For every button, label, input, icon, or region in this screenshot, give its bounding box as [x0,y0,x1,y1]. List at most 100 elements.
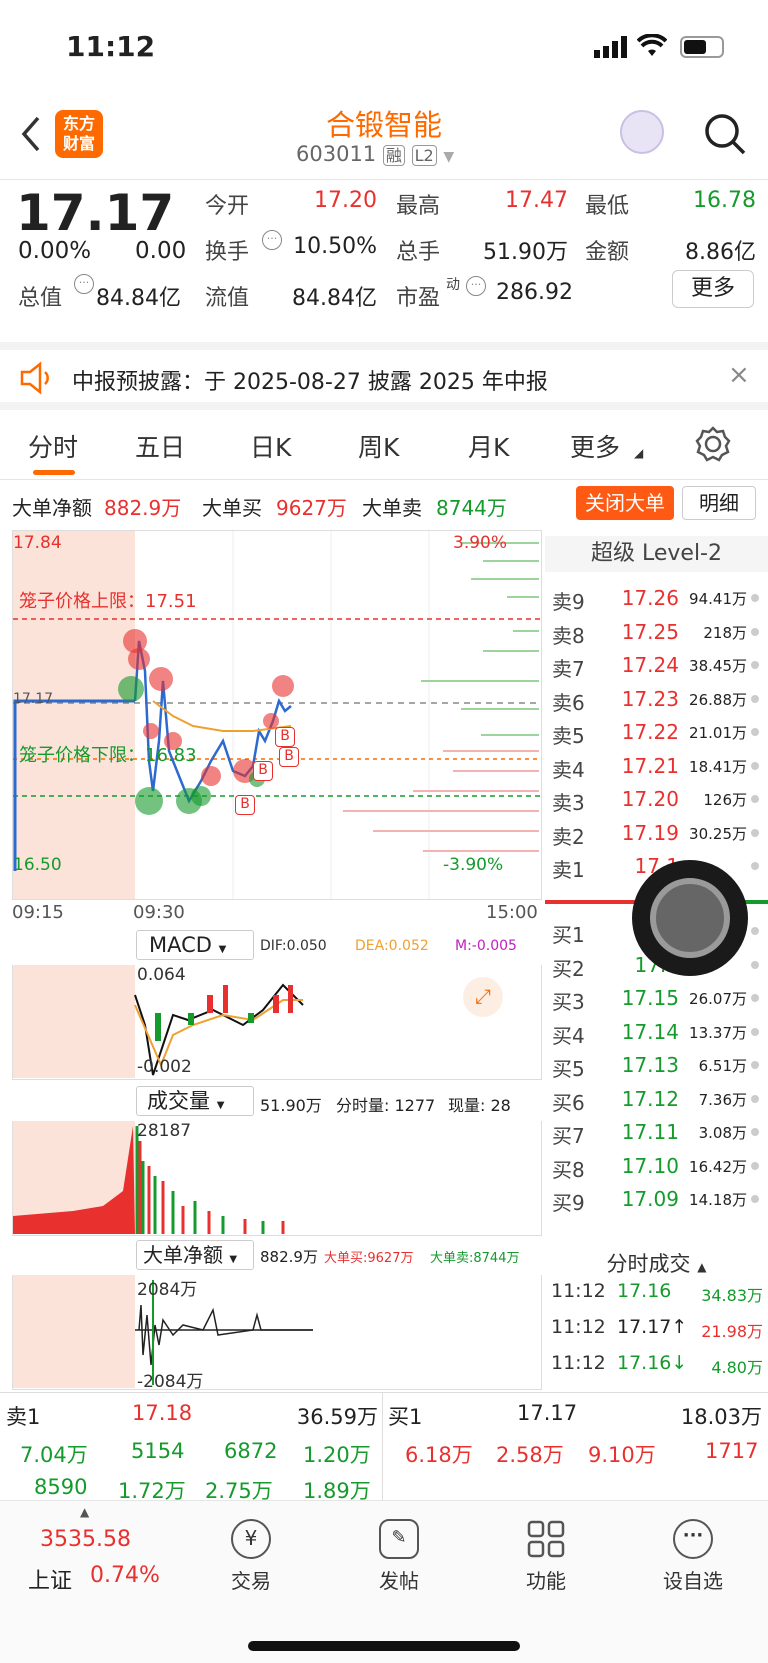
watchlist-button[interactable]: ··· 设自选 [638,1519,748,1594]
info-icon[interactable]: ··· [74,274,94,294]
ticks-title[interactable]: 分时成交 ▲ [545,1248,768,1278]
bigorder-select[interactable]: 大单净额 ▼ [136,1240,254,1270]
buy-label: 大单买 [202,496,262,520]
rong-badge: 融 [382,145,405,166]
volume-select[interactable]: 成交量 ▼ [136,1086,254,1116]
bigorder-top: 2084万 [137,1280,198,1300]
bigorder-svg [13,1275,313,1388]
summary-panel: 卖1 17.18 36.59万 买1 17.17 18.03万 7.04万 51… [0,1392,768,1503]
level2-row[interactable]: 买5 17.13 6.51万 [545,1047,768,1082]
buy-marker-b[interactable]: B [253,761,273,781]
level2-price: 17.11 [621,1120,679,1144]
level2-row[interactable]: 买3 17.15 26.07万 [545,980,768,1015]
level2-row[interactable]: 买9 17.09 14.18万 [545,1181,768,1216]
level2-row[interactable]: 买8 17.10 16.42万 [545,1148,768,1183]
buy-marker-b[interactable]: B [275,727,295,747]
settings-gear-icon[interactable] [695,426,731,466]
macd-top: 0.064 [137,965,186,985]
dropdown-icon: ▼ [443,149,455,165]
level2-row[interactable]: 卖9 17.26 94.41万 [545,580,768,615]
tab-fenshi[interactable]: 分时 [28,428,78,464]
level2-row[interactable]: 卖7 17.24 38.45万 [545,647,768,682]
notice-text: 中报预披露：于 2025-08-27 披露 2025 年中报 [72,370,548,395]
level2-row[interactable]: 买7 17.11 3.08万 [545,1114,768,1149]
level2-label: 买3 [552,990,585,1014]
high-value: 17.47 [505,188,568,213]
detail-button[interactable]: 明细 [682,486,756,520]
search-icon[interactable] [703,112,747,160]
level2-label: 卖9 [552,590,585,614]
level2-dot [751,960,759,969]
pe-value: 286.92 [496,280,573,305]
buy-value: 9627万 [276,496,347,520]
upper-limit-label: 笼子价格上限：17.51 [19,591,197,612]
macd-bottom: -0.002 [137,1057,192,1077]
tick-volume: 21.98万 [701,1322,763,1341]
level2-row[interactable]: 卖5 17.22 21.01万 [545,714,768,749]
index-value[interactable]: 3535.58 [40,1527,131,1552]
level2-label: 卖4 [552,757,585,782]
level2-volume: 3.08万 [698,1124,747,1142]
level2-label: 买2 [552,956,585,981]
level2-row[interactable]: 卖3 17.20 126万 [545,781,768,816]
sell1-vol: 36.59万 [296,1405,378,1429]
more-button[interactable]: 更多 [672,270,754,308]
floating-assistant-button[interactable] [632,860,748,976]
expand-icon[interactable]: ⤢ [463,977,503,1017]
info-icon[interactable]: ··· [466,276,486,296]
more-dots-icon: ··· [673,1519,713,1559]
tab-more[interactable]: 更多 [570,428,620,464]
buy-marker-b[interactable]: B [235,795,255,815]
quote-panel: 17.17 0.00% 0.00 今开 17.20 最高 17.47 最低 16… [0,180,768,340]
high-label: 最高 [396,194,441,219]
speaker-icon [18,360,54,400]
level2-row[interactable]: 卖4 17.21 18.41万 [545,748,768,783]
mktcap-value: 84.84亿 [96,286,181,311]
level2-dot [751,661,759,669]
level2-title[interactable]: 超级 Level-2 [545,536,768,572]
post-button[interactable]: ✎ 发帖 [344,1519,454,1594]
volume-label: 总手 [396,240,441,265]
macd-chart: 0.064 -0.002 ⤢ [12,965,542,1080]
close-bigorder-button[interactable]: 关闭大单 [576,486,674,520]
level2-price: 17.23 [621,686,679,711]
trade-button[interactable]: ¥ 交易 [196,1519,306,1594]
notice-bar[interactable]: 中报预披露：于 2025-08-27 披露 2025 年中报 × [0,342,768,410]
level2-volume: 6.51万 [698,1057,747,1075]
net-label: 大单净额 [12,496,92,520]
info-icon[interactable]: ··· [262,230,282,250]
pct-min-label: -3.90% [443,855,504,875]
tab-day-k[interactable]: 日K [250,428,291,464]
robot-avatar-icon[interactable] [620,110,664,154]
level2-row[interactable]: 买6 17.12 7.36万 [545,1081,768,1116]
level2-volume: 26.07万 [689,990,747,1008]
level2-label: 买6 [552,1090,585,1115]
level2-label: 买8 [552,1157,585,1182]
level2-volume: 13.37万 [689,1023,747,1042]
bigorder-buy: 大单买:9627万 [324,1251,414,1266]
summary-cell: 1717 [705,1439,759,1463]
tick-volume: 4.80万 [711,1358,763,1377]
level2-price: 17.09 [621,1187,679,1211]
level2-row[interactable]: 卖8 17.25 218万 [545,614,768,649]
tick-row: 11:12 17.16 34.83万 [545,1276,768,1310]
tab-week-k[interactable]: 周K [358,428,399,464]
level2-row[interactable]: 买4 17.14 13.37万 [545,1014,768,1049]
close-icon[interactable]: × [728,360,750,390]
stock-code-row[interactable]: 603011 融 L2 ▼ [296,142,454,166]
level2-row[interactable]: 卖2 17.19 30.25万 [545,815,768,850]
sell1-price: 17.18 [132,1401,193,1425]
tab-month-k[interactable]: 月K [468,428,509,464]
time-start: 09:15 [12,902,64,923]
intraday-chart[interactable]: 17.84 16.50 3.90% -3.90% 17.17 笼子价格上限：17… [12,530,542,900]
net-value: 882.9万 [104,496,182,520]
y-max-label: 17.84 [13,533,62,553]
level2-volume: 218万 [703,623,747,642]
buy1-price: 17.17 [517,1401,578,1425]
level2-row[interactable]: 卖6 17.23 26.88万 [545,681,768,716]
function-button[interactable]: 功能 [491,1519,601,1594]
buy-marker-b[interactable]: B [279,747,299,767]
macd-select[interactable]: MACD ▼ [136,930,254,960]
tab-wuri[interactable]: 五日 [135,428,185,464]
pct-max-label: 3.90% [453,533,508,553]
